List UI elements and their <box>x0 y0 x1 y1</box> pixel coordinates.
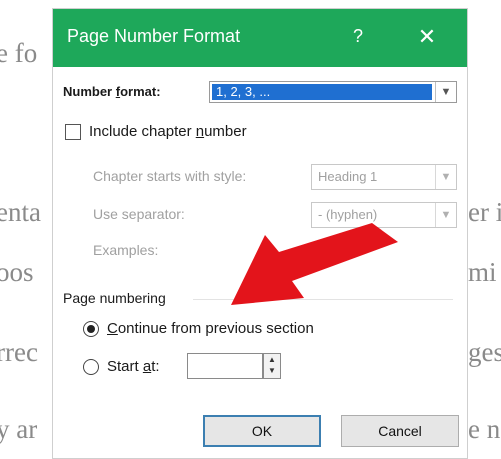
red-arrow-icon <box>231 223 398 305</box>
red-arrow-annotation <box>231 223 398 305</box>
